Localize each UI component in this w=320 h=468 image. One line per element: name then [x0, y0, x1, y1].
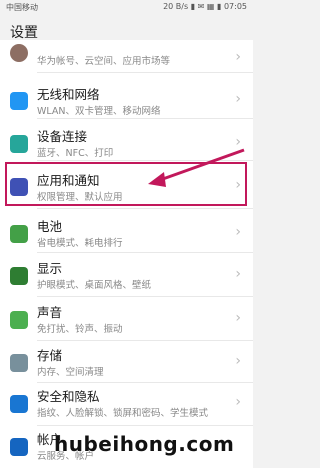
- watermark: hubeihong.com: [54, 432, 235, 456]
- annotation-arrow-icon: [148, 148, 245, 187]
